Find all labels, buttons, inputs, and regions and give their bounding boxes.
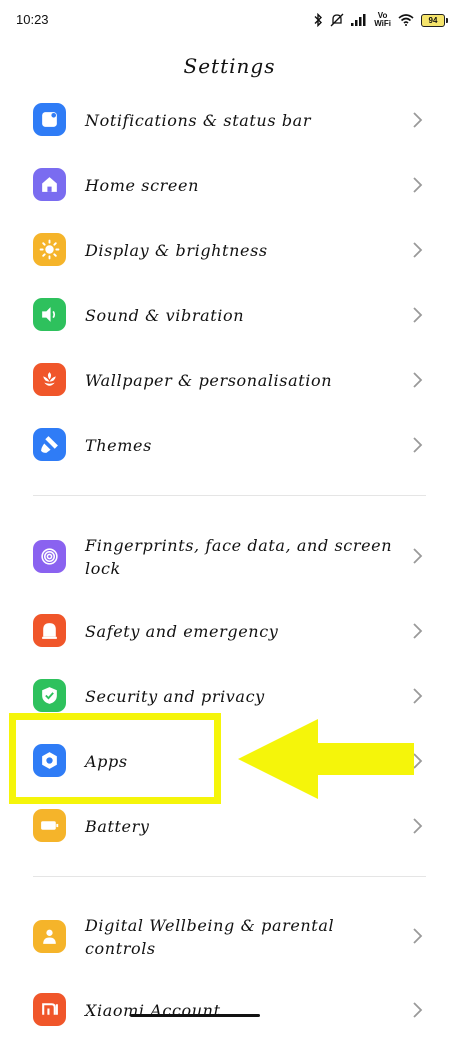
settings-item-label: Home screen (85, 176, 199, 195)
settings-item-label: Sound & vibration (85, 306, 245, 325)
settings-item-label: Digital Wellbeing & parental controls (85, 916, 335, 958)
vowifi-bottom: WiFi (374, 19, 391, 28)
chevron-right-icon (413, 548, 423, 564)
brush-icon (33, 428, 66, 461)
mi-icon (33, 993, 66, 1026)
chevron-right-icon (413, 242, 423, 258)
signal-icon (351, 14, 367, 26)
section-divider (33, 876, 426, 877)
battery-indicator: 94 (421, 13, 448, 27)
mute-icon (330, 13, 344, 27)
sun-icon (33, 233, 66, 266)
settings-item-label: Fingerprints, face data, and screen lock (85, 536, 393, 578)
settings-item-label: Notifications & status bar (85, 111, 312, 130)
chevron-right-icon (413, 1002, 423, 1018)
chevron-right-icon (413, 688, 423, 704)
chevron-right-icon (413, 307, 423, 323)
alert-icon (33, 614, 66, 647)
settings-item-themes[interactable]: Themes (0, 413, 459, 477)
settings-item-label: Safety and emergency (85, 622, 279, 641)
chevron-right-icon (413, 928, 423, 944)
fingerprint-icon (33, 540, 66, 573)
section-divider (33, 495, 426, 496)
settings-item-label: Battery (85, 817, 150, 836)
settings-item-sound[interactable]: Sound & vibration (0, 283, 459, 347)
settings-item-label: Display & brightness (85, 241, 268, 260)
notification-icon (33, 103, 66, 136)
settings-item-home-screen[interactable]: Home screen (0, 153, 459, 217)
flower-icon (33, 363, 66, 396)
settings-item-digital-wellbeing[interactable]: Digital Wellbeing & parental controls (0, 902, 459, 972)
settings-item-label: Xiaomi Account (85, 1001, 221, 1020)
chevron-right-icon (413, 112, 423, 128)
bluetooth-icon (313, 13, 323, 27)
settings-item-xiaomi-account[interactable]: Xiaomi Account (0, 980, 459, 1044)
status-time: 10:23 (16, 12, 49, 27)
settings-item-fingerprints[interactable]: Fingerprints, face data, and screen lock (0, 522, 459, 592)
speaker-icon (33, 298, 66, 331)
chevron-right-icon (413, 437, 423, 453)
chevron-right-icon (413, 177, 423, 193)
wellbeing-icon (33, 920, 66, 953)
pointer-arrow-icon (238, 719, 414, 799)
page-title: Settings (183, 54, 276, 78)
chevron-right-icon (413, 372, 423, 388)
status-icons: Vo WiFi 94 (313, 10, 448, 30)
settings-item-wallpaper[interactable]: Wallpaper & personalisation (0, 348, 459, 412)
settings-item-notifications[interactable]: Notifications & status bar (0, 88, 459, 152)
status-bar: 10:23 Vo WiFi 94 (0, 0, 459, 42)
highlight-box (9, 713, 221, 804)
battery-icon (33, 809, 66, 842)
settings-item-label: Security and privacy (85, 687, 265, 706)
chevron-right-icon (413, 623, 423, 639)
vowifi-indicator: Vo WiFi (374, 12, 391, 28)
gesture-bar (130, 1014, 260, 1017)
wifi-icon (398, 14, 414, 26)
home-icon (33, 168, 66, 201)
chevron-right-icon (413, 818, 423, 834)
shield-check-icon (33, 679, 66, 712)
settings-item-display[interactable]: Display & brightness (0, 218, 459, 282)
settings-item-label: Wallpaper & personalisation (85, 371, 333, 390)
settings-item-label: Themes (85, 436, 152, 455)
settings-item-safety[interactable]: Safety and emergency (0, 599, 459, 663)
battery-level: 94 (428, 15, 438, 25)
